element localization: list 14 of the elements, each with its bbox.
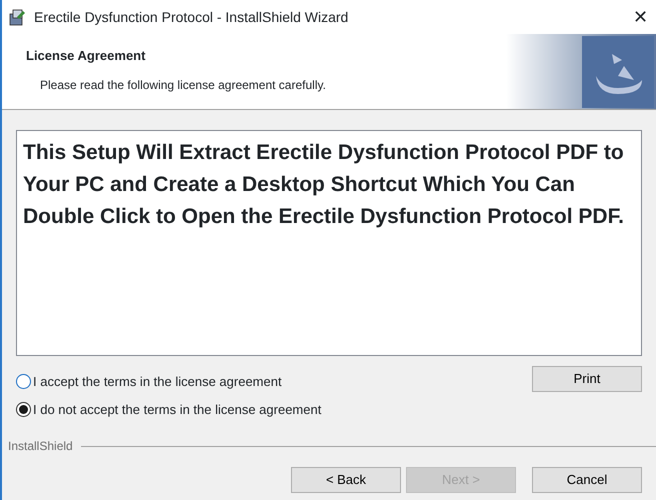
brand-label: InstallShield — [8, 438, 73, 455]
wizard-button[interactable]: Cancel — [532, 467, 642, 493]
print-button[interactable]: Print — [532, 366, 642, 392]
option-label[interactable]: I accept the terms in the license agreement — [33, 372, 282, 392]
page-heading: License Agreement — [26, 47, 146, 65]
window-title: Erectile Dysfunction Protocol - InstallShield Wizard — [34, 8, 350, 27]
wizard-button[interactable]: < Back — [291, 467, 401, 493]
license-text: This Setup Will Extract Erectile Dysfunction Protocol PDF to Your PC and Create a Desktop Shortcut Which You Can Double Click to Open the Erectile Dysfunction Protocol PDF. — [16, 130, 642, 356]
option-label[interactable]: I do not accept the terms in the license agreement — [33, 400, 322, 419]
page-subtitle: Please read the following license agreement carefully. — [40, 76, 327, 94]
radio-button[interactable] — [16, 402, 31, 417]
installer-icon — [8, 8, 26, 26]
close-button[interactable]: ✕ — [633, 8, 648, 26]
radio-button[interactable] — [16, 374, 31, 390]
